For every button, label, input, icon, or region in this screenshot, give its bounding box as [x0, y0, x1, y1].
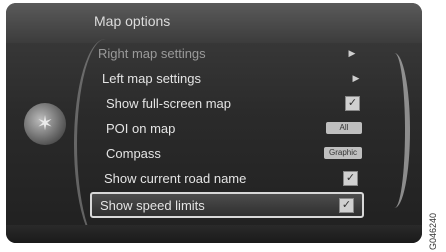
- menu-item-left-map-settings[interactable]: Left map settings ▶: [94, 67, 364, 89]
- menu-item-compass[interactable]: Compass Graphic: [98, 142, 368, 164]
- menu-item-label: Compass: [106, 145, 161, 161]
- screen: Map options ✶ Right map settings ▶ Left …: [6, 3, 422, 243]
- right-arrow-icon: ▶: [348, 47, 356, 58]
- figure-code: G046240: [428, 212, 438, 250]
- menu-title: Map options: [94, 13, 171, 29]
- bottom-bar: [6, 225, 422, 243]
- menu-item-label: Right map settings: [98, 45, 206, 61]
- scroll-indicator[interactable]: [379, 53, 410, 208]
- check-icon[interactable]: ✓: [339, 197, 354, 213]
- check-icon[interactable]: ✓: [345, 95, 360, 111]
- menu-item-label: POI on map: [106, 120, 176, 136]
- poi-value: All: [326, 122, 362, 134]
- menu-item-label: Show speed limits: [100, 197, 205, 213]
- menu-item-right-map-settings[interactable]: Right map settings ▶: [90, 42, 360, 64]
- right-arrow-icon: ▶: [352, 72, 360, 83]
- menu-item-show-full-screen-map[interactable]: Show full-screen map ✓: [98, 92, 368, 114]
- menu-item-label: Show current road name: [104, 170, 247, 186]
- check-icon[interactable]: ✓: [343, 170, 358, 186]
- compass-star-icon: ✶: [36, 113, 54, 135]
- compass-value: Graphic: [323, 147, 362, 159]
- menu-item-poi-on-map[interactable]: POI on map All: [98, 117, 368, 139]
- menu-item-label: Show full-screen map: [106, 95, 231, 111]
- menu-item-show-speed-limits[interactable]: Show speed limits ✓: [90, 192, 364, 218]
- menu-item-show-current-road-name[interactable]: Show current road name ✓: [96, 167, 366, 189]
- compass-knob-icon[interactable]: ✶: [24, 103, 66, 145]
- menu-item-label: Left map settings: [102, 70, 201, 86]
- title-bar: Map options: [6, 3, 422, 43]
